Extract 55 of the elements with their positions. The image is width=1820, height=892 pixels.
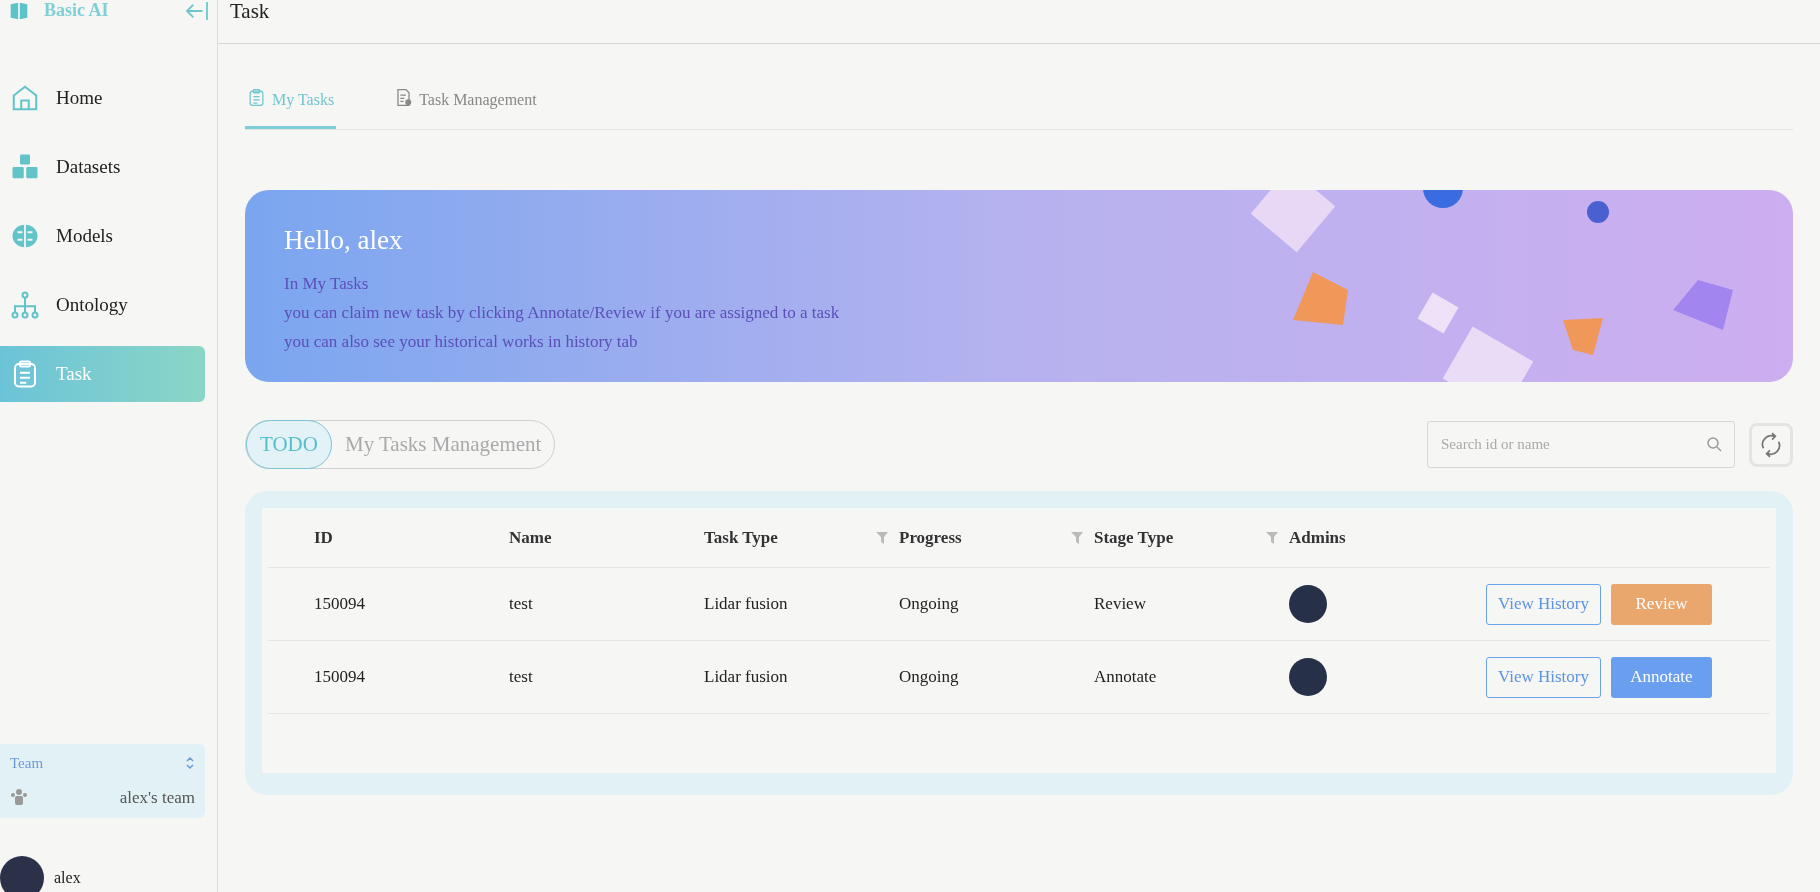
table-cell-text: Ongoing bbox=[899, 666, 960, 689]
collapse-arrow-icon bbox=[183, 1, 211, 21]
document-icon bbox=[394, 88, 414, 107]
filter-icon[interactable] bbox=[1265, 529, 1281, 546]
table-cell-text: test bbox=[509, 593, 534, 616]
chevron-updown-icon bbox=[185, 756, 195, 771]
segment-tab[interactable]: TODO bbox=[246, 420, 332, 469]
table-cell-text: test bbox=[509, 666, 534, 689]
table-cell-text: 150094 bbox=[314, 593, 366, 616]
nav-item[interactable]: Datasets bbox=[0, 139, 205, 195]
tab[interactable]: My Tasks bbox=[245, 88, 337, 129]
team-selector[interactable]: Team alex's team bbox=[0, 744, 205, 818]
page-title: Task bbox=[230, 1, 270, 22]
table-cell-text: Lidar fusion bbox=[704, 593, 789, 616]
banner-text: you can claim new task by clicking Annotate/Review if you are assigned to a task bbox=[284, 301, 840, 324]
banner-title: Hello, alex bbox=[284, 224, 404, 257]
table-cell-text: Ongoing bbox=[899, 593, 960, 616]
admin-avatar bbox=[1289, 585, 1327, 623]
search-field[interactable]: Search id or name bbox=[1427, 421, 1735, 468]
team-name: alex's team bbox=[119, 786, 195, 809]
clipboard-icon bbox=[247, 88, 266, 107]
refresh-button[interactable] bbox=[1749, 422, 1793, 467]
hierarchy-icon bbox=[10, 290, 40, 320]
nav-item[interactable]: Models bbox=[0, 208, 205, 264]
team-label: Team bbox=[10, 754, 44, 773]
brand-name: Basic AI bbox=[44, 1, 109, 19]
column-header: Admins bbox=[1289, 526, 1346, 549]
view-history-button[interactable]: View History bbox=[1485, 656, 1601, 698]
column-header: Name bbox=[509, 526, 552, 549]
nav-item[interactable]: Home bbox=[0, 70, 205, 126]
segment-tab[interactable]: My Tasks Management bbox=[331, 420, 555, 469]
action-button[interactable]: Annotate bbox=[1611, 656, 1712, 698]
column-header: Stage Type bbox=[1094, 526, 1174, 549]
house-icon bbox=[10, 83, 40, 113]
table-cell-text: Annotate bbox=[1094, 666, 1158, 689]
banner-text: In My Tasks bbox=[284, 272, 370, 295]
avatar bbox=[0, 856, 44, 892]
nav-item[interactable]: Task bbox=[0, 346, 205, 402]
filter-icon[interactable] bbox=[875, 529, 891, 546]
search-icon bbox=[1706, 436, 1722, 452]
people-icon bbox=[10, 788, 28, 807]
table-cell-text: 150094 bbox=[314, 666, 366, 689]
banner-text: you can also see your historical works in history tab bbox=[284, 330, 639, 353]
tab[interactable]: Task Management bbox=[392, 88, 539, 129]
action-button[interactable]: Review bbox=[1611, 583, 1712, 625]
column-header: Task Type bbox=[704, 526, 778, 549]
column-header: ID bbox=[314, 526, 333, 549]
admin-avatar bbox=[1289, 658, 1327, 696]
filter-icon[interactable] bbox=[1070, 529, 1086, 546]
table-cell-text: Lidar fusion bbox=[704, 666, 789, 689]
table-cell-text: Review bbox=[1094, 593, 1147, 616]
user-name: alex bbox=[54, 868, 81, 888]
nav-item[interactable]: Ontology bbox=[0, 277, 205, 333]
column-header: Progress bbox=[899, 526, 962, 549]
view-history-button[interactable]: View History bbox=[1485, 583, 1601, 625]
